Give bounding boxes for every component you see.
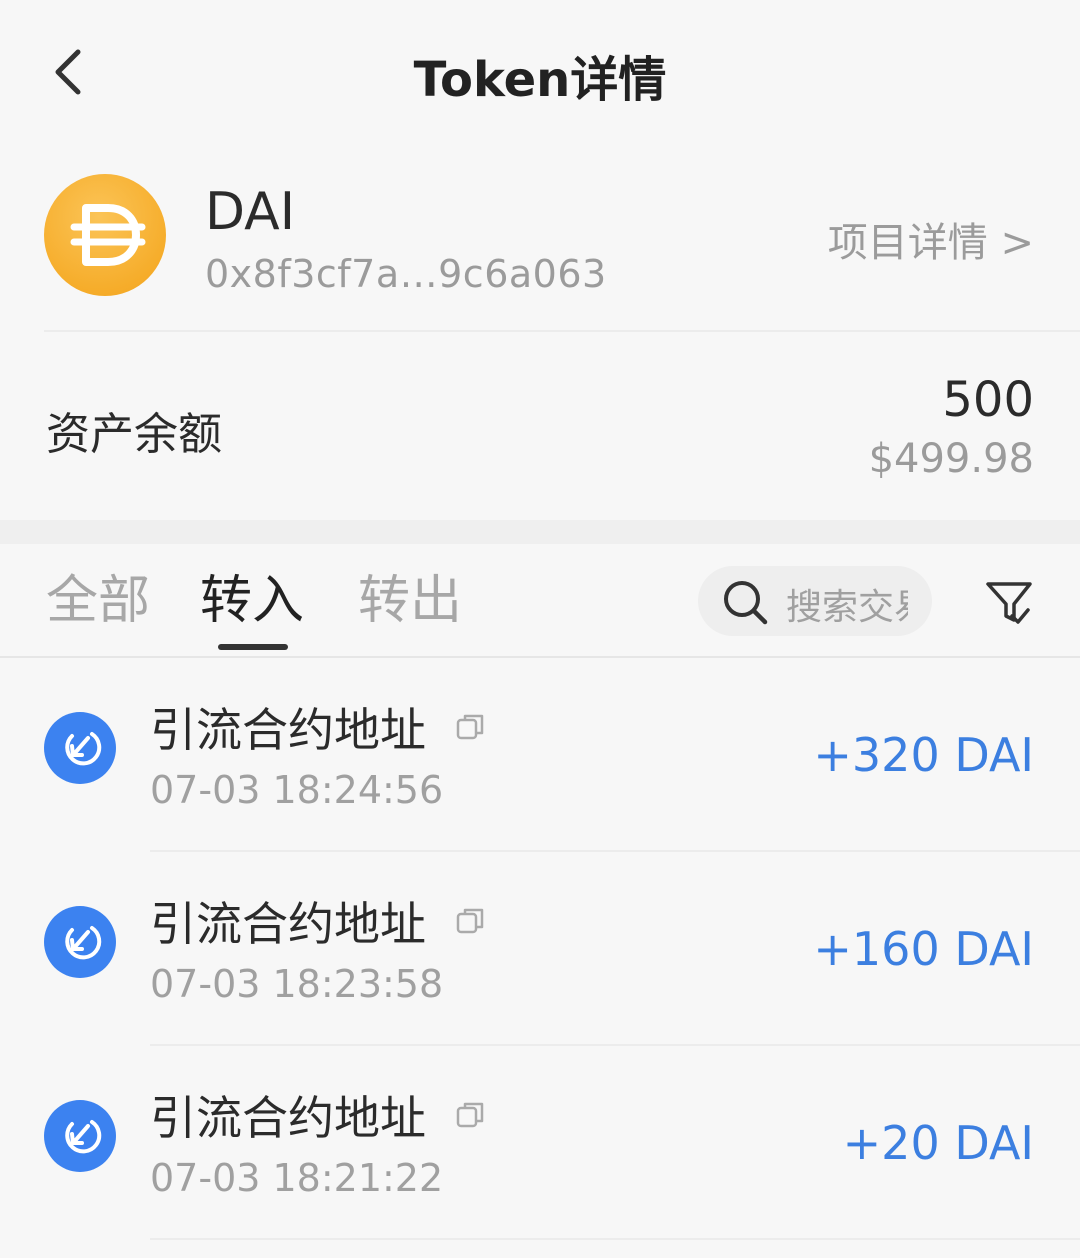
tab-outgoing[interactable]: 转出 <box>358 558 462 633</box>
token-card: DAI 0x8f3cf7a…9c6a063 项目详情 > <box>0 160 1080 330</box>
transaction-amount: +20 DAI <box>842 1116 1034 1170</box>
incoming-transfer-icon <box>44 712 116 784</box>
copy-icon[interactable] <box>454 1098 488 1132</box>
transaction-time: 07-03 18:21:22 <box>150 1156 444 1200</box>
transaction-time: 07-03 18:23:58 <box>150 962 444 1006</box>
filter-icon[interactable] <box>982 576 1036 630</box>
incoming-transfer-icon <box>44 1100 116 1172</box>
active-tab-indicator <box>218 644 288 650</box>
search-input[interactable]: 搜索交易 <box>698 566 932 636</box>
copy-icon[interactable] <box>454 904 488 938</box>
token-symbol: DAI <box>205 182 296 242</box>
incoming-transfer-icon <box>44 906 116 978</box>
section-separator <box>0 520 1080 544</box>
transaction-amount: +160 DAI <box>813 922 1034 976</box>
balance-label: 资产余额 <box>46 409 222 460</box>
balance-fiat-value: $499.98 <box>868 436 1034 482</box>
transaction-counterparty: 引流合约地址 <box>150 703 426 757</box>
transaction-row[interactable]: 引流合约地址 07-03 18:24:56 +320 DAI <box>0 658 1080 852</box>
balance-amount: 500 <box>942 372 1034 428</box>
top-header: Token详情 <box>0 0 1080 145</box>
search-placeholder: 搜索交易 <box>786 587 908 624</box>
tab-incoming[interactable]: 转入 <box>200 558 304 633</box>
divider <box>44 330 1080 332</box>
transaction-row[interactable]: 引流合约地址 07-03 18:23:58 +160 DAI <box>0 852 1080 1046</box>
transaction-counterparty: 引流合约地址 <box>150 1091 426 1145</box>
tab-all[interactable]: 全部 <box>46 558 150 633</box>
search-icon <box>724 581 768 625</box>
token-address[interactable]: 0x8f3cf7a…9c6a063 <box>205 252 607 296</box>
transaction-tab-bar: 全部 转入 转出 搜索交易 <box>0 544 1080 658</box>
page-title: Token详情 <box>413 52 667 108</box>
project-details-link[interactable]: 项目详情 > <box>828 210 1034 268</box>
dai-token-icon <box>44 174 166 296</box>
transaction-amount: +320 DAI <box>813 728 1034 782</box>
token-detail-page: Token详情 DAI 0x8f3cf7a…9c6a063 项目详情 > 资产余… <box>0 0 1080 1258</box>
transaction-counterparty: 引流合约地址 <box>150 897 426 951</box>
transaction-row[interactable]: 引流合约地址 07-03 18:21:22 +20 DAI <box>0 1046 1080 1240</box>
divider <box>150 1238 1080 1240</box>
transaction-time: 07-03 18:24:56 <box>150 768 444 812</box>
copy-icon[interactable] <box>454 710 488 744</box>
